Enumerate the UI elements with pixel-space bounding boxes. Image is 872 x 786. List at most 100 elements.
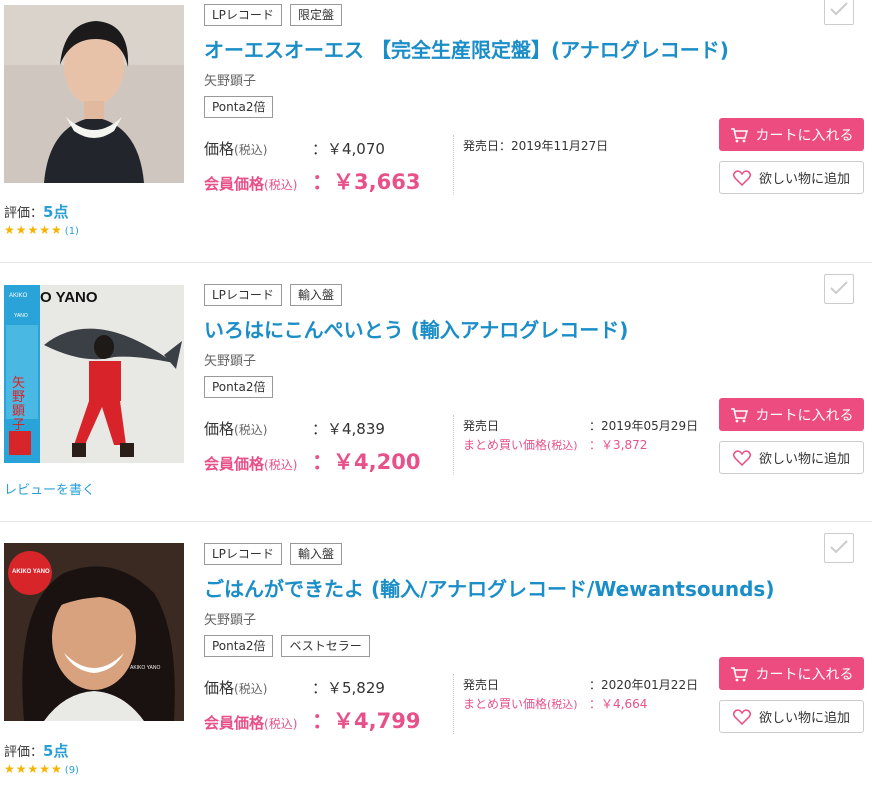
bulk-price-label: まとめ買い価格: [463, 438, 548, 452]
check-icon: [830, 540, 848, 554]
member-price: 会員価格(税込) ：￥4,799: [204, 705, 420, 735]
write-review-link[interactable]: レビューを書く: [4, 479, 95, 498]
release-date-value: ：2020年01月22日: [589, 678, 699, 692]
album-cover[interactable]: AKIKO YANO AKIKO YANO: [4, 543, 184, 721]
cart-label: カートに入れる: [755, 666, 854, 683]
divider: [453, 674, 454, 734]
wish-label: 欲しい物に追加: [758, 711, 850, 726]
rating-label: 評価：: [4, 206, 44, 221]
divider: [453, 415, 454, 475]
release-date-value: ：2019年11月27日: [499, 139, 609, 153]
product-title[interactable]: いろはにこんぺいとう (輸入アナログレコード): [204, 314, 628, 343]
cart-label: カートに入れる: [755, 127, 854, 144]
heart-icon: [732, 169, 751, 186]
artist-name[interactable]: 矢野顕子: [204, 609, 256, 628]
rating: 評価：5点: [4, 201, 68, 222]
cover-side-text: YANO: [14, 313, 28, 319]
tax-label: (税込): [547, 698, 578, 711]
tax-label: (税込): [547, 439, 578, 452]
check-icon: [830, 281, 848, 295]
star-icon: ★★★★★ (1): [4, 223, 79, 237]
bulk-price-value: ：￥3,872: [589, 438, 648, 452]
rating-score: 5点: [43, 203, 69, 221]
price: 価格(税込) ：￥4,070: [204, 138, 385, 159]
tax-label: (税込): [234, 682, 268, 696]
bulk-price-label: まとめ買い価格: [463, 697, 548, 711]
price: 価格(税込) ：￥4,839: [204, 418, 385, 439]
rating-score: 5点: [43, 742, 69, 760]
product-title[interactable]: ごはんができたよ (輸入/アナログレコード/Wewantsounds): [204, 573, 774, 602]
member-price: 会員価格(税込) ：￥4,200: [204, 446, 420, 476]
tag: Ponta2倍: [204, 635, 274, 657]
review-count[interactable]: (9): [65, 765, 79, 776]
star-icon: ★★★★★ (9): [4, 762, 79, 776]
price-value: ：￥4,070: [312, 140, 385, 158]
heart-icon: [732, 708, 751, 725]
release-label: 発売日: [463, 678, 500, 692]
release-date-value: ：2019年05月29日: [589, 419, 699, 433]
promo-tags: Ponta2倍 ベストセラー: [204, 635, 370, 657]
review-count[interactable]: (1): [65, 226, 79, 237]
add-to-cart-button[interactable]: カートに入れる: [719, 657, 864, 690]
tag: Ponta2倍: [204, 96, 274, 118]
release-date: 発売日：2019年11月27日: [463, 137, 608, 154]
add-to-cart-button[interactable]: カートに入れる: [719, 398, 864, 431]
member-price-label: 会員価格: [204, 455, 265, 473]
wish-label: 欲しい物に追加: [758, 172, 850, 187]
stars: ★★★★★: [4, 223, 63, 237]
album-cover[interactable]: O YANO AKIKO YANO 矢野顕子: [4, 285, 184, 463]
tag: 輸入盤: [289, 543, 342, 565]
price-label: 価格: [204, 420, 235, 438]
tag: LPレコード: [204, 543, 282, 565]
tag: 輸入盤: [289, 284, 342, 306]
product-item: O YANO AKIKO YANO 矢野顕子 レビューを書く LPレコード 輸入…: [0, 262, 872, 522]
check-icon: [830, 2, 848, 16]
compare-checkbox[interactable]: [824, 0, 854, 25]
tax-label: (税込): [264, 178, 298, 192]
add-to-wishlist-button[interactable]: 欲しい物に追加: [719, 700, 864, 733]
tag: 限定盤: [289, 4, 342, 26]
product-item: AKIKO YANO AKIKO YANO 評価：5点 ★★★★★ (9) LPレ…: [0, 521, 872, 786]
cover-side-kanji: 矢野顕子: [12, 376, 26, 433]
release-date: 発売日 ：2019年05月29日: [463, 417, 698, 434]
rating-label: 評価：: [4, 745, 44, 760]
add-to-cart-button[interactable]: カートに入れる: [719, 118, 864, 151]
wish-label: 欲しい物に追加: [758, 452, 850, 467]
cover-side-text: AKIKO: [9, 293, 28, 299]
bulk-price: まとめ買い価格(税込) ：￥4,664: [463, 695, 647, 712]
member-price-label: 会員価格: [204, 175, 265, 193]
artist-name[interactable]: 矢野顕子: [204, 350, 256, 369]
album-cover[interactable]: [4, 5, 184, 183]
divider: [453, 135, 454, 195]
stars: ★★★★★: [4, 762, 63, 776]
tag: Ponta2倍: [204, 376, 274, 398]
format-tags: LPレコード 輸入盤: [204, 284, 342, 306]
tax-label: (税込): [264, 458, 298, 472]
cart-label: カートに入れる: [755, 407, 854, 424]
price-value: ：￥4,839: [312, 420, 385, 438]
tax-label: (税込): [234, 423, 268, 437]
release-label: 発売日: [463, 139, 500, 153]
tax-label: (税込): [234, 143, 268, 157]
format-tags: LPレコード 輸入盤: [204, 543, 342, 565]
compare-checkbox[interactable]: [824, 274, 854, 304]
add-to-wishlist-button[interactable]: 欲しい物に追加: [719, 441, 864, 474]
artist-name[interactable]: 矢野顕子: [204, 70, 256, 89]
compare-checkbox[interactable]: [824, 533, 854, 563]
cover-banner-text: O YANO: [40, 289, 98, 306]
product-title[interactable]: オーエスオーエス 【完全生産限定盤】(アナログレコード): [204, 34, 729, 63]
cart-icon: [730, 127, 748, 142]
cover-caption-text: AKIKO YANO: [130, 665, 161, 671]
promo-tags: Ponta2倍: [204, 96, 274, 118]
cart-icon: [730, 666, 748, 681]
release-date: 発売日 ：2020年01月22日: [463, 676, 698, 693]
add-to-wishlist-button[interactable]: 欲しい物に追加: [719, 161, 864, 194]
format-tags: LPレコード 限定盤: [204, 4, 342, 26]
bulk-price: まとめ買い価格(税込) ：￥3,872: [463, 436, 647, 453]
price: 価格(税込) ：￥5,829: [204, 677, 385, 698]
price-value: ：￥5,829: [312, 679, 385, 697]
bulk-price-value: ：￥4,664: [589, 697, 648, 711]
cover-badge-text: AKIKO YANO: [12, 569, 50, 575]
price-label: 価格: [204, 140, 235, 158]
promo-tags: Ponta2倍: [204, 376, 274, 398]
